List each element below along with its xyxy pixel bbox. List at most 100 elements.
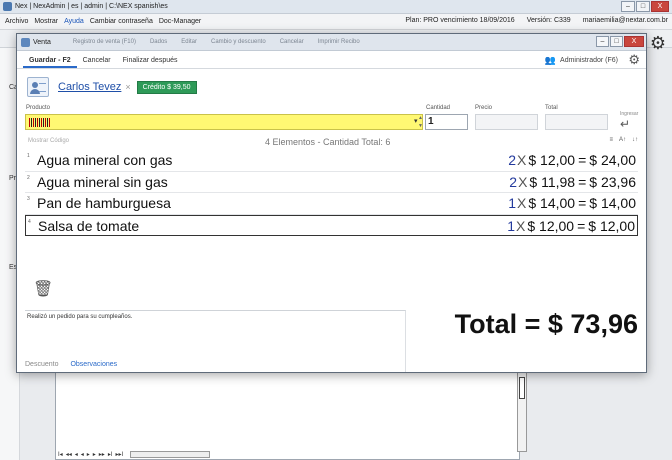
minimize-button[interactable]: – [621,1,635,12]
scrollbar-thumb[interactable] [519,377,525,399]
item-equals: = [578,152,587,168]
status-info: Plan: PRO vencimiento 18/09/2016 Versión… [393,17,668,24]
item-price: $ 12,00 [528,152,576,168]
item-total: $ 14,00 [589,195,636,211]
list-item[interactable]: 3 Pan de hamburguesa 1 X $ 14,00 = $ 14,… [25,193,638,215]
customer-name-link[interactable]: Carlos Tevez [58,81,121,93]
item-total: $ 24,00 [589,152,636,168]
user-email: mariaemilia@nextar.com.br [582,17,668,24]
dialog-close-button[interactable]: X [624,36,644,47]
app-titlebar: Nex | NexAdmin | es | admin | C:\NEX spa… [0,0,672,14]
item-calc: 1 X $ 14,00 = $ 14,00 [508,195,636,211]
dialog-maximize-button[interactable]: □ [610,36,623,47]
ghost-item: Editar [181,39,197,45]
trash-icon[interactable]: 🗑 [33,282,53,298]
customer-row: Carlos Tevez × Crédito $ 39,50 [27,76,197,98]
list-item[interactable]: 1 Agua mineral con gas 2 X $ 12,00 = $ 2… [25,150,638,172]
notes-panel: Realizó un pedido para su cumpleaños. De… [25,310,406,372]
left-label-pr: Pr [9,175,16,182]
item-calc: 2 X $ 11,98 = $ 23,96 [509,174,636,190]
quantity-spinner-icon[interactable]: ▲ ▼ [417,114,424,130]
item-times: X [517,195,527,211]
list-item-selected[interactable]: 4 Salsa de tomate 1 X $ 12,00 = $ 12,00 [25,214,638,236]
sort-icon[interactable]: ↓↑ [632,137,638,143]
remove-customer-icon[interactable]: × [125,82,130,92]
app-window-buttons: – □ X [620,1,669,12]
ghost-toolbar: Registro de venta (F10) Dados Editar Cam… [73,39,374,45]
credit-badge: Crédito $ 39,50 [136,80,197,94]
item-price: $ 12,00 [527,217,575,234]
price-field [475,114,538,130]
menu-cambiar-contrasena[interactable]: Cambiar contraseña [90,18,153,25]
pager-next-row-icon[interactable]: ▸ [87,451,90,458]
item-price: $ 11,98 [529,173,576,190]
item-price: $ 14,00 [528,195,576,211]
item-qty[interactable]: 2 [508,152,516,168]
item-qty[interactable]: 1 [507,218,515,234]
app-menubar: Archivo Mostrar Ayuda Cambiar contraseña… [0,14,672,30]
close-button[interactable]: X [651,1,669,12]
notes-tabs: Descuento Observaciones [25,361,129,368]
dialog-minimize-button[interactable]: – [596,36,609,47]
item-name: Pan de hamburguesa [37,195,171,211]
mostrar-codigo-toggle[interactable]: Mostrar Código [28,138,69,144]
item-times: X [517,152,527,168]
item-name: Agua mineral con gas [37,152,173,168]
producto-label: Producto [26,105,51,111]
sort-alpha-icon[interactable]: A↑ [619,137,626,143]
items-summary: 4 Elementos - Cantidad Total: 6 [265,137,391,147]
tab-observaciones[interactable]: Observaciones [70,361,117,368]
maximize-button[interactable]: □ [636,1,650,12]
product-search-input[interactable] [25,114,423,130]
list-tools: ≡ A↑ ↓↑ [603,137,638,143]
pager-prev-page-icon[interactable]: ◂◂ [66,451,72,458]
filter-icon[interactable]: ≡ [609,137,613,143]
cantidad-label: Cantidad [426,105,451,111]
item-name: Salsa de tomate [38,217,140,234]
item-times: X [518,173,528,190]
list-item[interactable]: 2 Agua mineral sin gas 2 X $ 11,98 = $ 2… [25,172,638,193]
ghost-item: Cambio y descuento [210,39,266,45]
quantity-input[interactable]: 1 [425,114,468,130]
pager: I◂ ◂◂ ◂ ◂ ▸ ▸ ▸▸ ▸I ▸▸I [55,448,520,460]
items-header: Mostrar Código 4 Elementos - Cantidad To… [25,135,638,149]
ghost-item: Imprimir Recibo [317,39,360,45]
settings-gear-icon[interactable]: ⚙ [650,34,666,52]
vertical-scrollbar[interactable] [517,372,527,452]
enter-icon[interactable]: ↵ [620,118,630,130]
menu-ayuda[interactable]: Ayuda [64,18,84,25]
observation-text[interactable]: Realizó un pedido para su cumpleaños. [27,314,132,320]
guardar-button[interactable]: Guardar - F2 [23,57,77,68]
user-selector[interactable]: 👥 Administrador (F6) [545,55,618,66]
precio-label: Precio [475,105,493,111]
item-equals: = [578,195,587,211]
pager-prev-icon[interactable]: ◂ [75,451,78,458]
item-calc: 2 X $ 12,00 = $ 24,00 [508,152,636,168]
customer-card-icon [27,77,49,97]
item-qty[interactable]: 2 [509,174,517,190]
dialog-gear-icon[interactable]: ⚙ [628,53,640,66]
cancelar-button[interactable]: Cancelar [77,57,117,68]
ghost-item: Dados [149,39,168,45]
pager-last-icon[interactable]: ▸I [108,451,113,458]
app-icon [3,2,12,11]
menu-mostrar[interactable]: Mostrar [34,18,58,25]
horizontal-scrollbar[interactable] [130,450,211,458]
tab-descuento[interactable]: Descuento [25,361,58,368]
pager-next-icon[interactable]: ▸ [93,451,96,458]
pager-end-icon[interactable]: ▸▸I [116,451,124,458]
dialog-window-buttons: – □ X [595,36,644,47]
pager-prev-row-icon[interactable]: ◂ [81,451,84,458]
pager-next-page-icon[interactable]: ▸▸ [99,451,105,458]
finalizar-despues-button[interactable]: Finalizar después [117,57,184,68]
item-total: $ 12,00 [588,217,635,234]
item-calc: 1 X $ 12,00 = $ 12,00 [507,218,635,234]
pager-first-icon[interactable]: I◂ [58,451,63,458]
menu-doc-manager[interactable]: Doc-Manager [159,18,201,25]
menu-archivo[interactable]: Archivo [5,18,28,25]
item-equals: = [578,173,587,190]
item-qty[interactable]: 1 [508,195,516,211]
app-title: Nex | NexAdmin | es | admin | C:\NEX spa… [15,3,168,10]
item-total: $ 23,96 [589,173,636,190]
grand-total: Total = $ 73,96 [454,309,638,339]
